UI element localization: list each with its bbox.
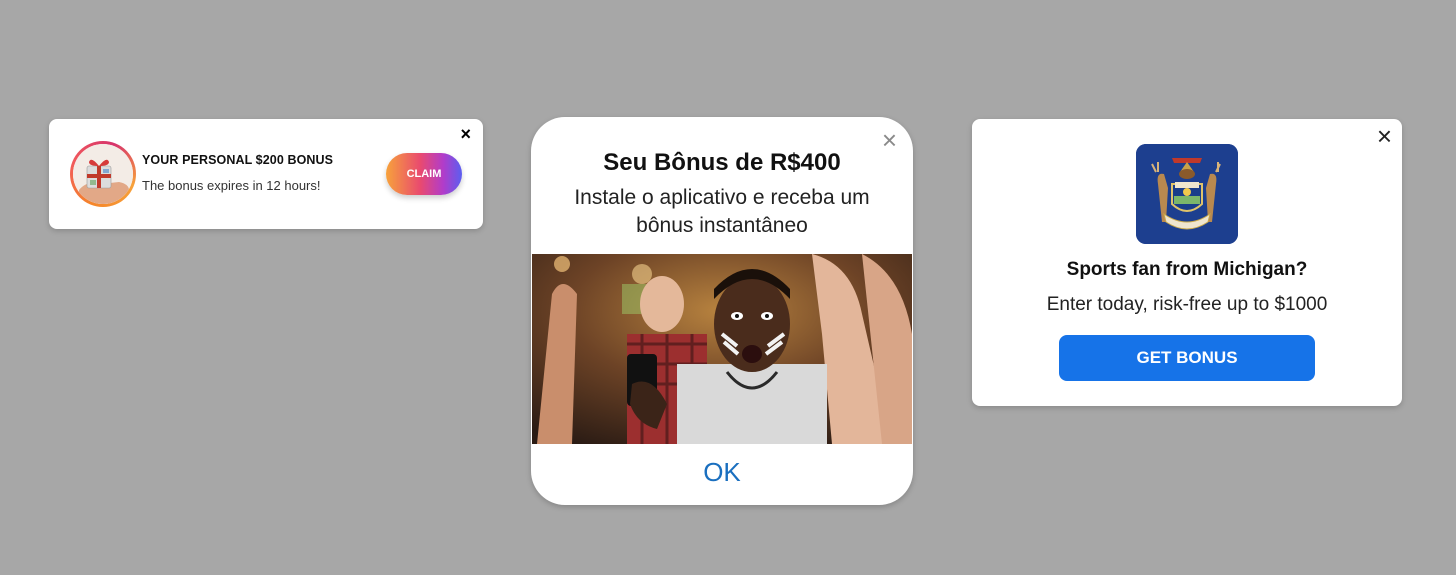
dialog-title: Seu Bônus de R$400 — [603, 149, 841, 176]
bonus-title: YOUR PERSONAL $200 BONUS — [142, 153, 334, 167]
dialog-subtitle: Instale o aplicativo e receba um bônus i… — [574, 186, 870, 237]
gift-hand-image — [73, 144, 133, 204]
bonus-expiry-text: The bonus expires in 12 hours! — [142, 178, 321, 193]
app-install-dialog: × Seu Bônus de R$400 Instale o aplicativ… — [531, 117, 913, 505]
excited-fan-photo — [532, 254, 912, 444]
michigan-bonus-card: × Sports fan from Michigan? Enter today,… — [972, 119, 1402, 406]
ok-button[interactable]: OK — [531, 457, 913, 488]
michigan-seal-icon — [1136, 144, 1238, 244]
close-icon[interactable]: × — [1377, 123, 1392, 149]
card-subtitle: Enter today, risk-free up to $1000 — [1046, 294, 1328, 315]
bonus-notification-card: × YOUR PERSONAL $200 BONUS The bonus exp… — [49, 119, 483, 229]
close-icon[interactable]: × — [460, 125, 471, 143]
get-bonus-button[interactable]: GET BONUS — [1059, 335, 1315, 381]
gift-avatar — [70, 141, 136, 207]
card-title: Sports fan from Michigan? — [1066, 259, 1308, 280]
claim-button[interactable]: CLAIM — [386, 153, 462, 195]
